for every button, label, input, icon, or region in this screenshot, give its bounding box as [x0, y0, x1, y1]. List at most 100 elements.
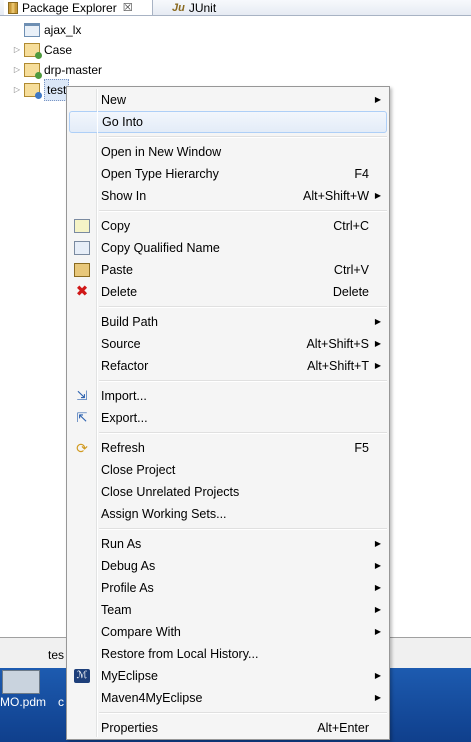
submenu-arrow-icon: ▶ — [374, 191, 381, 200]
menu-separator — [99, 712, 387, 714]
menu-item-shortcut: Ctrl+C — [333, 219, 369, 233]
menu-item-restore-from-local-history[interactable]: Restore from Local History... — [69, 643, 387, 665]
menu-item-show-in[interactable]: Show In Alt+Shift+W ▶ — [69, 185, 387, 207]
menu-item-label: Import... — [101, 389, 147, 403]
export-icon: ⇱ — [76, 410, 88, 425]
menu-item-label: Compare With — [101, 625, 181, 639]
expand-arrow-icon[interactable]: ▷ — [12, 80, 22, 100]
menu-item-label: Open in New Window — [101, 145, 222, 159]
tree-item-drp-master[interactable]: ▷ drp-master — [12, 60, 102, 80]
folder-icon — [24, 23, 40, 37]
menu-item-label: Open Type Hierarchy — [101, 167, 219, 181]
menu-item-build-path[interactable]: Build Path ▶ — [69, 311, 387, 333]
menu-item-new[interactable]: New ▶ — [69, 89, 387, 111]
expand-arrow-icon[interactable]: ▷ — [12, 60, 22, 80]
menu-item-team[interactable]: Team ▶ — [69, 599, 387, 621]
context-menu: New ▶ Go Into Open in New Window Open Type H… — [66, 86, 390, 740]
menu-item-label: Refresh — [101, 441, 145, 455]
menu-item-compare-with[interactable]: Compare With ▶ — [69, 621, 387, 643]
menu-item-close-project[interactable]: Close Project — [69, 459, 387, 481]
menu-item-label: Maven4MyEclipse — [101, 691, 203, 705]
menu-item-go-into[interactable]: Go Into — [69, 111, 387, 133]
submenu-arrow-icon: ▶ — [374, 605, 381, 614]
menu-separator — [99, 136, 387, 138]
project-icon — [24, 43, 42, 59]
tab-junit[interactable]: Ju JUnit — [160, 0, 216, 15]
menu-separator — [99, 306, 387, 308]
menu-item-assign-working-sets[interactable]: Assign Working Sets... — [69, 503, 387, 525]
menu-item-refactor[interactable]: Refactor Alt+Shift+T ▶ — [69, 355, 387, 377]
menu-item-shortcut: Delete — [332, 285, 369, 299]
menu-item-run-as[interactable]: Run As ▶ — [69, 533, 387, 555]
import-icon: ⇲ — [76, 388, 88, 403]
menu-item-label: Delete — [101, 285, 138, 299]
menu-item-shortcut: Alt+Shift+W — [303, 189, 369, 203]
submenu-arrow-icon: ▶ — [374, 671, 381, 680]
menu-item-label: Debug As — [101, 559, 156, 573]
menu-item-label: Assign Working Sets... — [101, 507, 227, 521]
package-explorer-icon — [8, 1, 18, 14]
submenu-arrow-icon: ▶ — [374, 539, 381, 548]
copy-icon — [74, 219, 90, 233]
menu-item-myeclipse[interactable]: ℳ MyEclipse ▶ — [69, 665, 387, 687]
expand-arrow-icon[interactable]: ▷ — [12, 40, 22, 60]
menu-item-label: Properties — [101, 721, 158, 735]
submenu-arrow-icon: ▶ — [374, 583, 381, 592]
menu-item-copy[interactable]: Copy Ctrl+C — [69, 215, 387, 237]
submenu-arrow-icon: ▶ — [374, 317, 381, 326]
desktop-file-label-2[interactable]: c — [58, 695, 64, 709]
submenu-arrow-icon: ▶ — [374, 693, 381, 702]
menu-item-label: Restore from Local History... — [101, 647, 259, 661]
menu-item-label: Profile As — [101, 581, 154, 595]
tree-item-ajax-lx[interactable]: ajax_lx — [12, 20, 81, 40]
tree-item-label: drp-master — [44, 63, 103, 77]
menu-item-debug-as[interactable]: Debug As ▶ — [69, 555, 387, 577]
menu-item-properties[interactable]: Properties Alt+Enter — [69, 717, 387, 739]
java-project-icon — [24, 83, 42, 99]
tab-package-explorer-label: Package Explorer — [22, 0, 117, 15]
menu-item-export[interactable]: ⇱ Export... — [69, 407, 387, 429]
close-icon[interactable]: ☒ — [123, 1, 133, 15]
submenu-arrow-icon: ▶ — [374, 627, 381, 636]
menu-item-profile-as[interactable]: Profile As ▶ — [69, 577, 387, 599]
menu-item-label: Show In — [101, 189, 147, 203]
menu-item-shortcut: F4 — [354, 167, 369, 181]
menu-item-shortcut: F5 — [354, 441, 369, 455]
tab-package-explorer[interactable]: Package Explorer ☒ — [4, 0, 153, 15]
menu-item-open-type-hierarchy[interactable]: Open Type Hierarchy F4 — [69, 163, 387, 185]
refresh-icon: ⟳ — [76, 440, 88, 456]
view-tab-bar: Package Explorer ☒ Ju JUnit — [0, 0, 471, 16]
menu-separator — [99, 432, 387, 434]
bottom-panel-text: tes — [48, 648, 65, 662]
menu-separator — [99, 210, 387, 212]
tree-item-case[interactable]: ▷ Case — [12, 40, 72, 60]
menu-item-import[interactable]: ⇲ Import... — [69, 385, 387, 407]
project-icon — [24, 63, 42, 79]
menu-item-source[interactable]: Source Alt+Shift+S ▶ — [69, 333, 387, 355]
menu-item-refresh[interactable]: ⟳ Refresh F5 — [69, 437, 387, 459]
menu-item-label: Run As — [101, 537, 142, 551]
menu-item-label: Close Unrelated Projects — [101, 485, 240, 499]
tree-item-test[interactable]: ▷ test — [12, 79, 70, 101]
menu-item-open-in-new-window[interactable]: Open in New Window — [69, 141, 387, 163]
menu-item-label: Source — [101, 337, 141, 351]
menu-item-label: Export... — [101, 411, 148, 425]
submenu-arrow-icon: ▶ — [374, 95, 381, 104]
file-icon[interactable] — [2, 670, 40, 694]
menu-item-label: Refactor — [101, 359, 149, 373]
menu-item-delete[interactable]: ✖ Delete Delete — [69, 281, 387, 303]
menu-item-close-unrelated-projects[interactable]: Close Unrelated Projects — [69, 481, 387, 503]
menu-item-shortcut: Alt+Shift+S — [306, 337, 369, 351]
menu-item-shortcut: Alt+Enter — [317, 721, 369, 735]
menu-separator — [99, 528, 387, 530]
menu-item-shortcut: Ctrl+V — [333, 263, 369, 277]
submenu-arrow-icon: ▶ — [374, 339, 381, 348]
menu-item-label: Paste — [101, 263, 133, 277]
submenu-arrow-icon: ▶ — [374, 361, 381, 370]
tab-junit-label: JUnit — [188, 0, 217, 15]
menu-item-copy-qualified-name[interactable]: Copy Qualified Name — [69, 237, 387, 259]
menu-item-paste[interactable]: Paste Ctrl+V — [69, 259, 387, 281]
menu-item-maven4myeclipse[interactable]: Maven4MyEclipse ▶ — [69, 687, 387, 709]
tree-item-label: Case — [44, 43, 73, 57]
desktop-file-label[interactable]: MO.pdm — [0, 695, 46, 709]
